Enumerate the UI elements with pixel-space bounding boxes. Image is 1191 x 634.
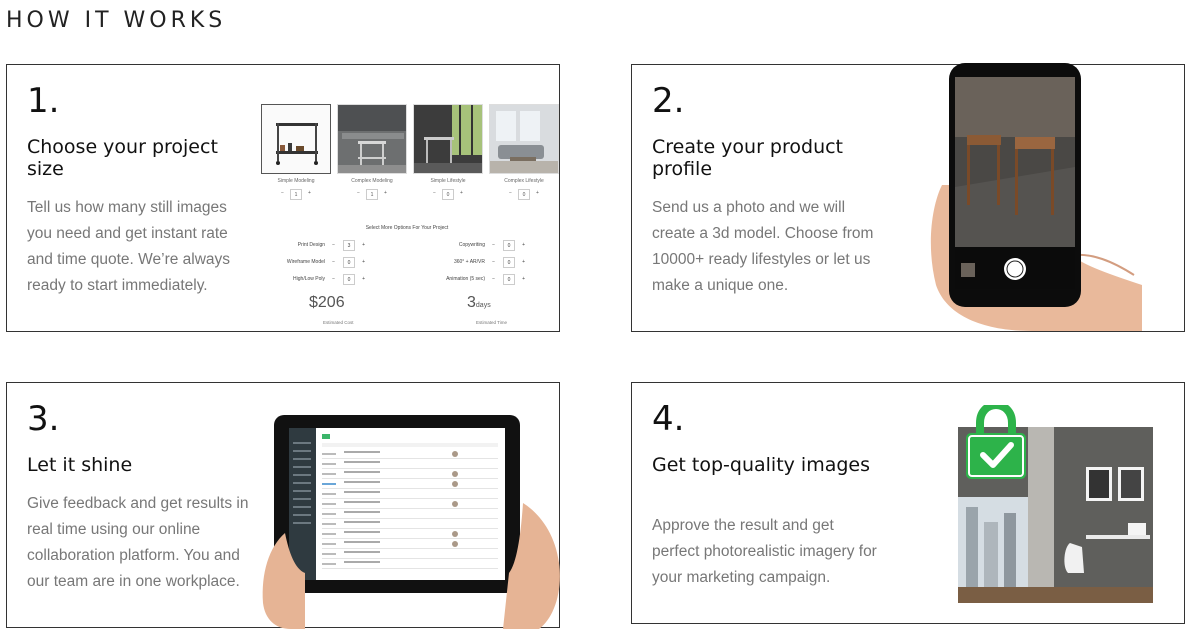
options-title: Select More Options For Your Project bbox=[365, 225, 449, 231]
type-label: Complex Lifestyle bbox=[504, 178, 544, 184]
quantity-stepper[interactable]: − 0 + bbox=[413, 189, 483, 201]
quantity-value[interactable]: 0 bbox=[442, 189, 454, 200]
option-row[interactable]: Copywriting − 0 + bbox=[417, 240, 537, 252]
complex-modeling-thumb[interactable] bbox=[337, 104, 407, 174]
option-row[interactable]: High/Low Poly − 0 + bbox=[257, 274, 377, 286]
increment-button[interactable]: + bbox=[362, 276, 365, 282]
step-heading: Choose your project size bbox=[27, 136, 218, 180]
step-description: Approve the result and get perfect photo… bbox=[652, 517, 877, 586]
increment-button[interactable]: + bbox=[522, 242, 525, 248]
option-row[interactable]: Print Design − 3 + bbox=[257, 240, 377, 252]
option-quantity[interactable]: 0 bbox=[503, 274, 515, 285]
new-button[interactable] bbox=[322, 434, 330, 439]
time-caption: Estimated Time bbox=[476, 320, 508, 325]
decrement-button[interactable]: − bbox=[281, 190, 284, 196]
decrement-button[interactable]: − bbox=[433, 190, 436, 196]
option-quantity[interactable]: 0 bbox=[343, 274, 355, 285]
option-quantity[interactable]: 0 bbox=[503, 240, 515, 251]
step-number: 4. bbox=[652, 399, 685, 439]
step-description: Give feedback and get results in real ti… bbox=[27, 495, 249, 590]
price-caption: Estimated Cost bbox=[323, 320, 354, 325]
right-hand-illustration bbox=[503, 503, 560, 629]
option-label: 360° + AR/VR bbox=[453, 259, 485, 265]
step-description: Tell us how many still images you need a… bbox=[27, 199, 231, 294]
complex-lifestyle-thumb[interactable] bbox=[489, 104, 559, 174]
step-card-2: 2. Create your product profile Send us a… bbox=[631, 63, 1185, 332]
section-title: HOW IT WORKS bbox=[6, 8, 227, 33]
option-row[interactable]: 360° + AR/VR − 0 + bbox=[417, 257, 537, 269]
days-unit: days bbox=[475, 302, 491, 309]
option-label: Print Design bbox=[297, 242, 325, 248]
step-heading: Let it shine bbox=[27, 454, 133, 476]
option-quantity[interactable]: 3 bbox=[343, 240, 355, 251]
step-number: 1. bbox=[27, 81, 60, 121]
tablet-mockup bbox=[274, 415, 520, 593]
option-quantity[interactable]: 0 bbox=[343, 257, 355, 268]
step-heading: Get top-quality images bbox=[652, 454, 871, 476]
simple-modeling-thumb[interactable] bbox=[261, 104, 331, 174]
simple-lifestyle-thumb[interactable] bbox=[413, 104, 483, 174]
decrement-button[interactable]: − bbox=[509, 190, 512, 196]
padlock-check-icon bbox=[966, 405, 1026, 479]
increment-button[interactable]: + bbox=[536, 190, 539, 196]
estimated-price: $206 bbox=[309, 294, 345, 311]
quantity-value[interactable]: 1 bbox=[290, 189, 302, 200]
increment-button[interactable]: + bbox=[522, 276, 525, 282]
quantity-value[interactable]: 1 bbox=[366, 189, 378, 200]
camera-viewfinder bbox=[955, 77, 1075, 289]
decrement-button[interactable]: − bbox=[492, 242, 495, 248]
step-heading: Create your product profile bbox=[652, 136, 844, 180]
type-label: Simple Lifestyle bbox=[430, 178, 466, 184]
days-value: 3 bbox=[467, 294, 476, 311]
phone-mockup bbox=[949, 63, 1081, 307]
decrement-button[interactable]: − bbox=[357, 190, 360, 196]
decrement-button[interactable]: − bbox=[492, 259, 495, 265]
step-card-3: 3. Let it shine Give feedback and get re… bbox=[6, 382, 560, 629]
decrement-button[interactable]: − bbox=[492, 276, 495, 282]
increment-button[interactable]: + bbox=[308, 190, 311, 196]
quantity-stepper[interactable]: − 1 + bbox=[261, 189, 331, 201]
project-calculator: Simple Modeling Complex Modeling Simple … bbox=[257, 101, 559, 327]
left-hand-illustration bbox=[262, 533, 305, 629]
increment-button[interactable]: + bbox=[362, 259, 365, 265]
step-card-4: 4. Get top-quality images Approve the re… bbox=[631, 382, 1185, 624]
option-quantity[interactable]: 0 bbox=[503, 257, 515, 268]
increment-button[interactable]: + bbox=[522, 259, 525, 265]
quantity-stepper[interactable]: − 1 + bbox=[337, 189, 407, 201]
type-label: Complex Modeling bbox=[351, 178, 393, 184]
step-description: Send us a photo and we will create a 3d … bbox=[652, 199, 874, 294]
increment-button[interactable]: + bbox=[362, 242, 365, 248]
type-label: Simple Modeling bbox=[277, 178, 315, 184]
option-label: Animation (5 sec) bbox=[446, 276, 485, 282]
quantity-stepper[interactable]: − 0 + bbox=[489, 189, 559, 201]
option-row[interactable]: Wireframe Model − 0 + bbox=[257, 257, 377, 269]
step-number: 2. bbox=[652, 81, 685, 121]
quantity-value[interactable]: 0 bbox=[518, 189, 530, 200]
increment-button[interactable]: + bbox=[384, 190, 387, 196]
estimated-days: 3days bbox=[467, 294, 491, 312]
increment-button[interactable]: + bbox=[460, 190, 463, 196]
decrement-button[interactable]: − bbox=[332, 242, 335, 248]
decrement-button[interactable]: − bbox=[332, 276, 335, 282]
option-label: High/Low Poly bbox=[293, 276, 325, 282]
project-type-thumbnails bbox=[261, 104, 559, 174]
collaboration-app-screen bbox=[289, 428, 505, 580]
option-label: Copywriting bbox=[458, 242, 485, 248]
option-label: Wireframe Model bbox=[286, 259, 325, 265]
step-card-1: 1. Choose your project size Tell us how … bbox=[6, 64, 560, 332]
step-number: 3. bbox=[27, 399, 60, 439]
decrement-button[interactable]: − bbox=[332, 259, 335, 265]
option-row[interactable]: Animation (5 sec) − 0 + bbox=[417, 274, 537, 286]
